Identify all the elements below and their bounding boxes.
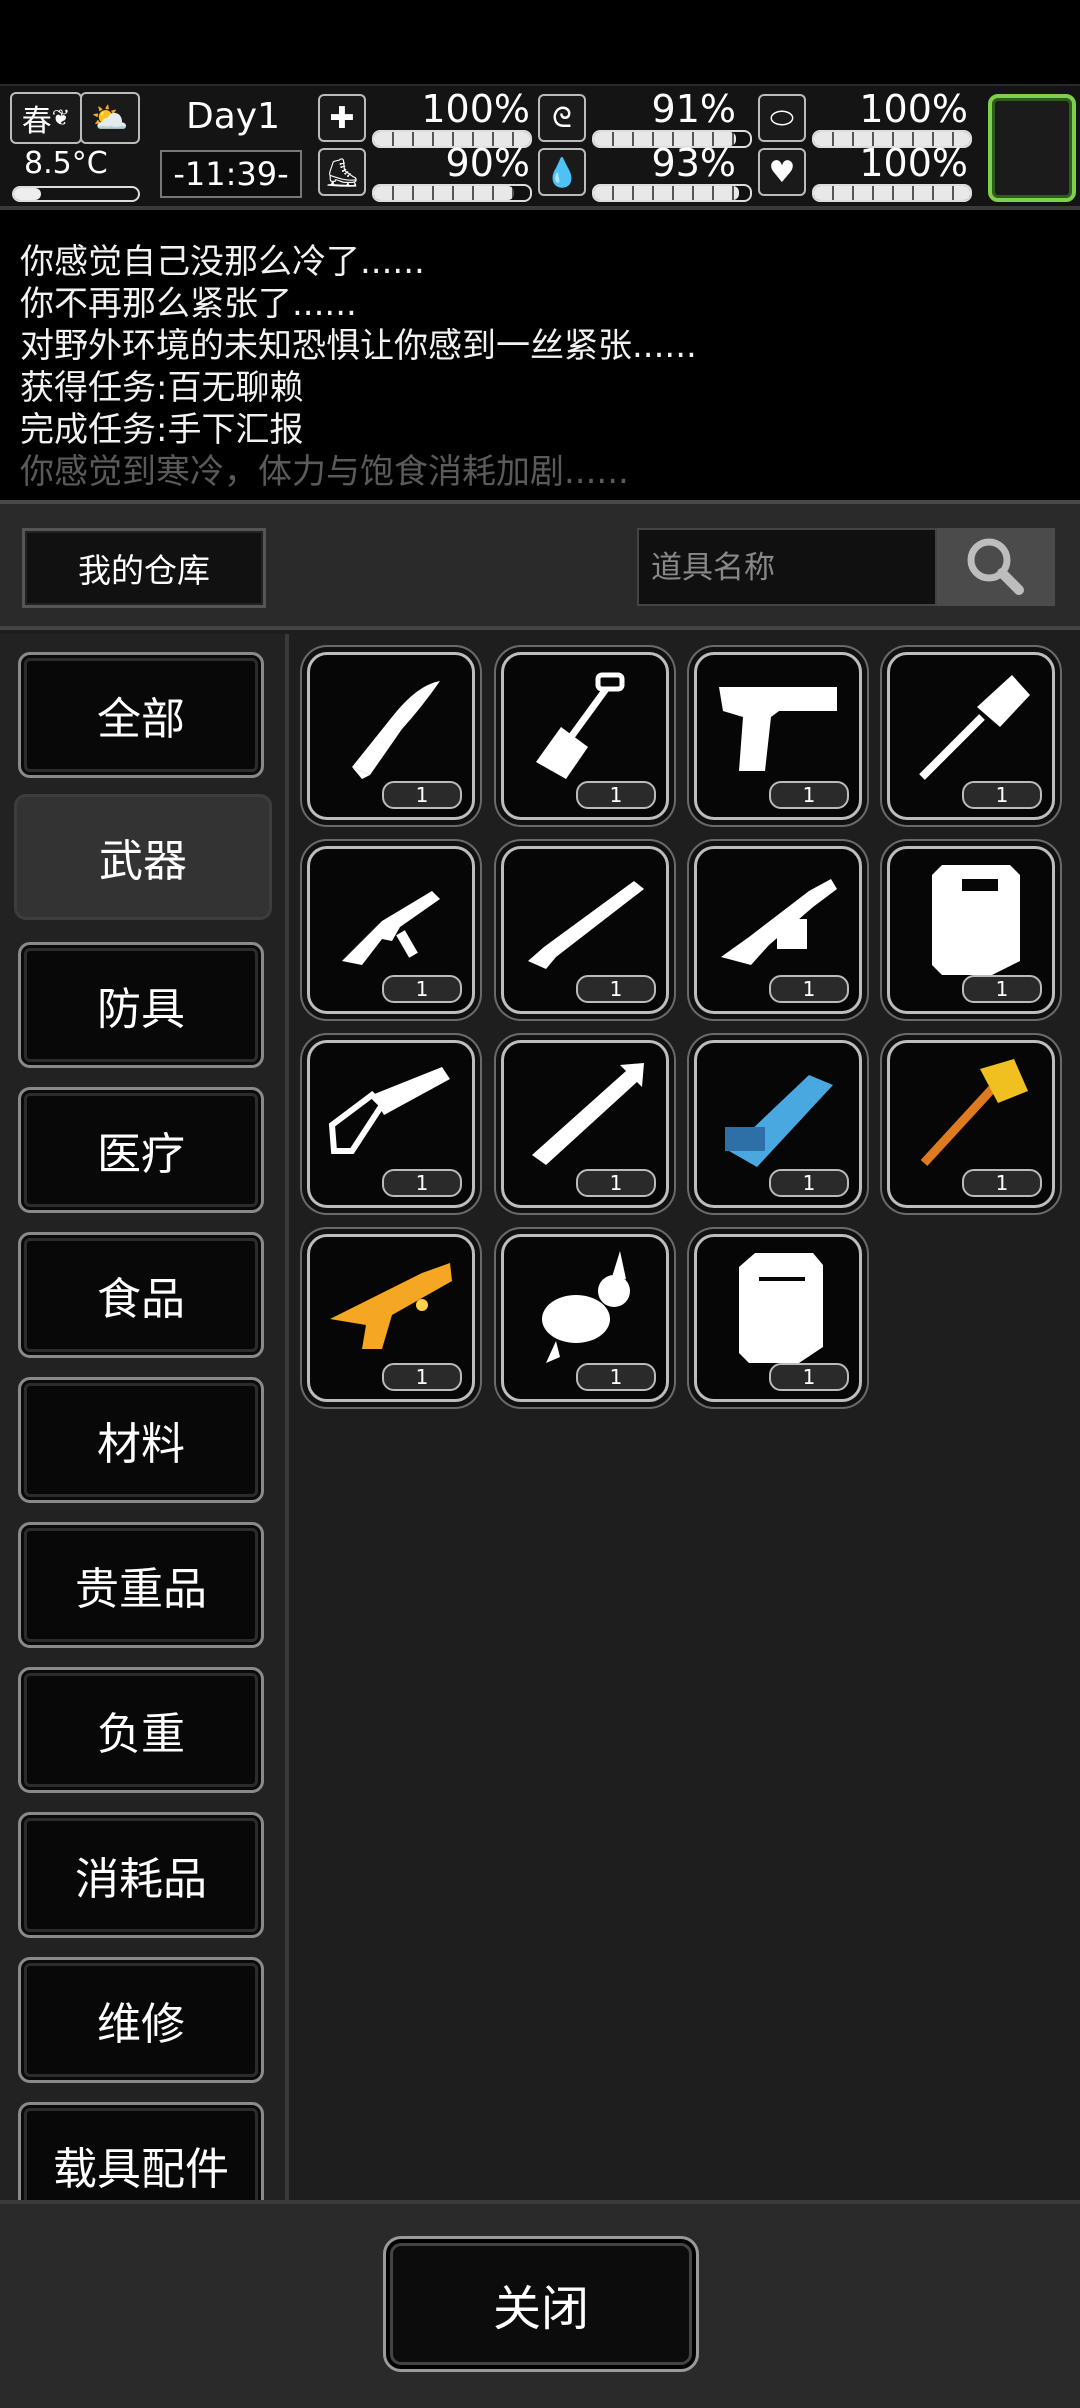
thirst-value: 93% <box>651 141 736 185</box>
item-qty: 1 <box>576 1169 656 1197</box>
knife-icon <box>352 681 440 779</box>
temperature-gauge <box>12 186 140 202</box>
leaf-icon: ❦ <box>51 105 71 131</box>
category-armor[interactable]: 防具 <box>18 942 264 1068</box>
submachine-gun-icon <box>342 891 440 965</box>
category-load[interactable]: 负重 <box>18 1667 264 1793</box>
grenade-launcher-rifle-icon <box>721 879 837 965</box>
panel-footer: 关闭 <box>0 2200 1080 2408</box>
item-qty: 1 <box>576 1363 656 1391</box>
category-medical[interactable]: 医疗 <box>18 1087 264 1213</box>
warehouse-panel: 我的仓库 全部 武器 防具 医疗 食品 材料 贵重品 负重 消耗品 维修 载具配… <box>0 500 1080 2408</box>
sledgehammer-icon <box>920 1059 1028 1167</box>
toy-blaster-icon <box>330 1263 452 1349</box>
item-slot[interactable]: 1 <box>887 652 1055 820</box>
category-sidebar[interactable]: 全部 武器 防具 医疗 食品 材料 贵重品 负重 消耗品 维修 载具配件 <box>0 634 289 2204</box>
rabbit-icon <box>542 1251 630 1363</box>
item-qty: 1 <box>576 781 656 809</box>
search-button[interactable] <box>937 528 1055 606</box>
item-slot[interactable]: 1 <box>307 652 475 820</box>
item-slot[interactable]: 1 <box>307 1040 475 1208</box>
category-weapons[interactable]: 武器 <box>14 794 272 920</box>
hunger-value: 91% <box>651 87 736 131</box>
item-grid: 1 1 1 1 1 1 1 1 1 1 1 1 1 1 1 <box>289 634 1080 2200</box>
boot-icon: ⛸ <box>318 148 366 196</box>
close-button[interactable]: 关闭 <box>383 2236 699 2372</box>
stomach-icon: ᘓ <box>538 94 586 142</box>
status-bar: 春 ❦ ⛅ 8.5°C Day1 -11:39- ✚ 100% ᘓ 91% ⬭ … <box>0 84 1080 210</box>
item-slot[interactable]: 1 <box>694 846 862 1014</box>
warehouse-header: 我的仓库 <box>0 504 1080 630</box>
spade-icon <box>919 675 1030 780</box>
item-slot[interactable]: 1 <box>501 1234 669 1402</box>
item-qty: 1 <box>769 1169 849 1197</box>
category-food[interactable]: 食品 <box>18 1232 264 1358</box>
category-all[interactable]: 全部 <box>18 652 264 778</box>
search-icon <box>967 538 1024 595</box>
armor-plate-icon <box>739 1253 823 1363</box>
search-input[interactable] <box>649 544 923 592</box>
message-log[interactable]: 你感觉自己没那么冷了...... 你不再那么紧张了...... 对野外环境的未知… <box>0 210 1080 496</box>
time-box: -11:39- <box>160 150 302 198</box>
item-slot[interactable]: 1 <box>694 652 862 820</box>
partly-cloudy-icon: ⛅ <box>80 92 140 144</box>
category-valuables[interactable]: 贵重品 <box>18 1522 264 1648</box>
sanity-value: 100% <box>859 87 968 131</box>
item-qty: 1 <box>962 975 1042 1003</box>
day-label: Day1 <box>186 96 280 137</box>
time-label: -11:39- <box>173 155 289 193</box>
item-qty: 1 <box>769 1363 849 1391</box>
riot-shield-icon <box>932 865 1020 975</box>
item-qty: 1 <box>382 1363 462 1391</box>
item-slot[interactable]: 1 <box>887 1040 1055 1208</box>
rocket-launcher-icon <box>532 1063 644 1165</box>
category-repair[interactable]: 维修 <box>18 1957 264 2083</box>
pill-icon: ⬭ <box>758 94 806 142</box>
item-qty: 1 <box>382 975 462 1003</box>
stamina-bar <box>372 184 532 202</box>
mood-bar-fill <box>814 186 970 200</box>
category-vehicle-parts[interactable]: 载具配件 <box>18 2102 264 2204</box>
category-materials[interactable]: 材料 <box>18 1377 264 1503</box>
item-slot[interactable]: 1 <box>501 846 669 1014</box>
minigun-icon <box>725 1075 833 1167</box>
item-qty: 1 <box>382 1169 462 1197</box>
status-effect-slot[interactable] <box>988 94 1076 202</box>
water-drop-icon: 💧 <box>538 148 586 196</box>
category-consumables[interactable]: 消耗品 <box>18 1812 264 1938</box>
chainsaw-icon <box>328 1067 450 1154</box>
log-line: 你感觉到寒冷，体力与饱食消耗加剧...... <box>20 452 629 492</box>
temperature-gauge-fill <box>14 188 42 200</box>
item-qty: 1 <box>382 781 462 809</box>
mood-bar <box>812 184 972 202</box>
item-slot[interactable]: 1 <box>307 846 475 1014</box>
stamina-value: 90% <box>445 141 530 185</box>
stamina-bar-fill <box>374 186 515 200</box>
season-label: 春 <box>21 104 52 139</box>
temperature: 8.5°C <box>24 146 108 181</box>
item-qty: 1 <box>769 975 849 1003</box>
thirst-bar <box>592 184 752 202</box>
shotgun-icon <box>528 881 644 969</box>
item-slot[interactable]: 1 <box>694 1234 862 1402</box>
item-slot[interactable]: 1 <box>501 1040 669 1208</box>
item-slot[interactable]: 1 <box>501 652 669 820</box>
thirst-bar-fill <box>594 186 740 200</box>
item-qty: 1 <box>576 975 656 1003</box>
item-slot[interactable]: 1 <box>307 1234 475 1402</box>
shovel-icon <box>536 672 625 779</box>
warehouse-title: 我的仓库 <box>22 528 266 608</box>
heart-icon: ♥ <box>758 148 806 196</box>
search-box <box>637 528 937 606</box>
health-value: 100% <box>421 87 530 131</box>
item-qty: 1 <box>769 781 849 809</box>
item-slot[interactable]: 1 <box>887 846 1055 1014</box>
item-qty: 1 <box>962 781 1042 809</box>
item-slot[interactable]: 1 <box>694 1040 862 1208</box>
item-qty: 1 <box>962 1169 1042 1197</box>
season-badge: 春 ❦ <box>10 92 82 144</box>
mood-value: 100% <box>859 141 968 185</box>
medkit-icon: ✚ <box>318 94 366 142</box>
pistol-icon <box>719 687 837 771</box>
